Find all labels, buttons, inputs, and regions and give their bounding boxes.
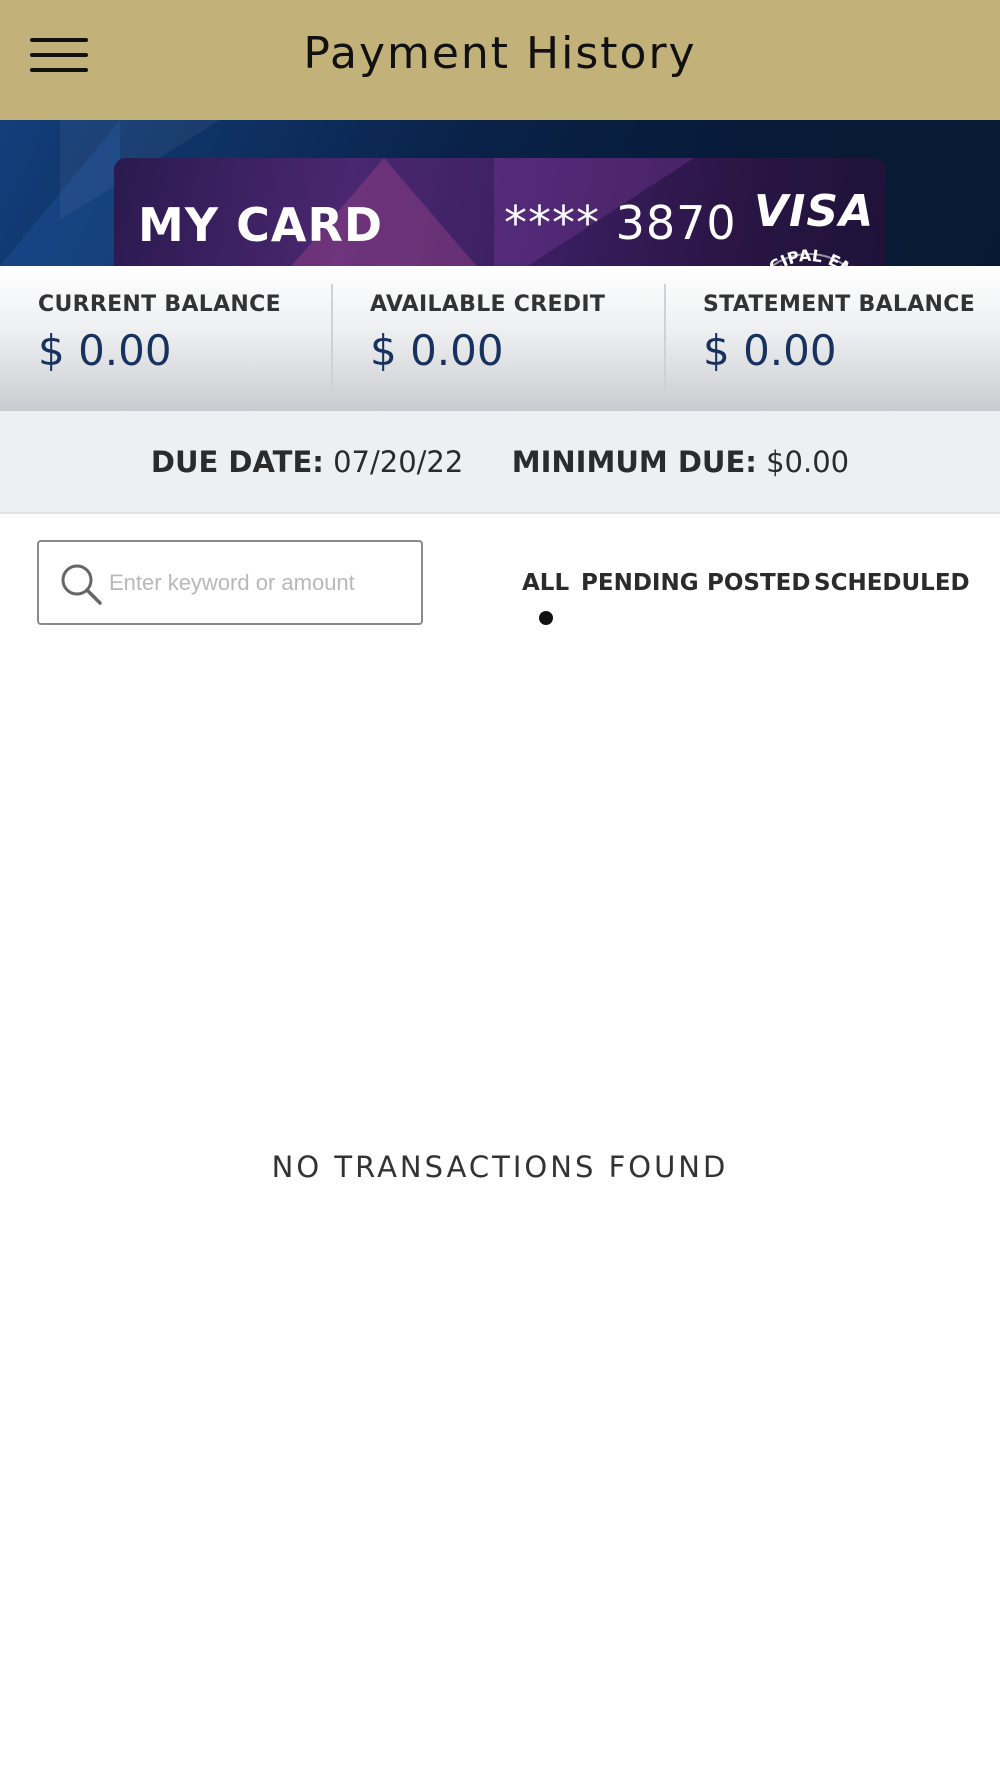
tab-scheduled[interactable]: SCHEDULED bbox=[814, 570, 970, 596]
minimum-due-value: $0.00 bbox=[766, 445, 850, 479]
minimum-due-label: MINIMUM DUE: bbox=[511, 445, 757, 479]
balances-panel: CURRENT BALANCE $ 0.00 AVAILABLE CREDIT … bbox=[0, 266, 1000, 411]
available-credit: AVAILABLE CREDIT $ 0.00 bbox=[332, 266, 665, 411]
current-balance-label: CURRENT BALANCE bbox=[38, 292, 281, 317]
statement-balance-label: STATEMENT BALANCE bbox=[703, 292, 976, 317]
due-date-value: 07/20/22 bbox=[333, 445, 464, 479]
statement-balance-value: $ 0.00 bbox=[703, 326, 837, 375]
page-title: Payment History bbox=[303, 28, 697, 79]
empty-state-message: NO TRANSACTIONS FOUND bbox=[271, 1150, 729, 1184]
search-box[interactable] bbox=[37, 540, 423, 625]
available-credit-label: AVAILABLE CREDIT bbox=[370, 292, 606, 317]
statement-balance: STATEMENT BALANCE $ 0.00 bbox=[665, 266, 1000, 411]
available-credit-value: $ 0.00 bbox=[370, 326, 504, 375]
search-icon bbox=[61, 564, 102, 605]
municipal-seal-icon: MUNICIPAL EM bbox=[739, 246, 859, 266]
tab-posted[interactable]: POSTED bbox=[707, 570, 810, 596]
card-viewport: MY CARD **** 3870 VISA MUNICIPAL EM bbox=[0, 120, 1000, 266]
card-name: MY CARD bbox=[138, 198, 384, 252]
visa-logo: VISA bbox=[754, 186, 875, 237]
current-balance-value: $ 0.00 bbox=[38, 326, 172, 375]
active-tab-indicator bbox=[539, 611, 553, 625]
app-header: Payment History bbox=[0, 0, 1000, 120]
due-date-label: DUE DATE: bbox=[150, 445, 324, 479]
tab-all[interactable]: ALL bbox=[522, 570, 569, 596]
payment-card[interactable]: MY CARD **** 3870 VISA MUNICIPAL EM bbox=[114, 158, 886, 266]
search-input[interactable] bbox=[109, 560, 409, 606]
current-balance: CURRENT BALANCE $ 0.00 bbox=[0, 266, 332, 411]
due-info-strip: DUE DATE: 07/20/22 MINIMUM DUE: $0.00 bbox=[0, 411, 1000, 514]
tab-pending[interactable]: PENDING bbox=[581, 570, 699, 596]
card-number: **** 3870 bbox=[504, 196, 737, 250]
